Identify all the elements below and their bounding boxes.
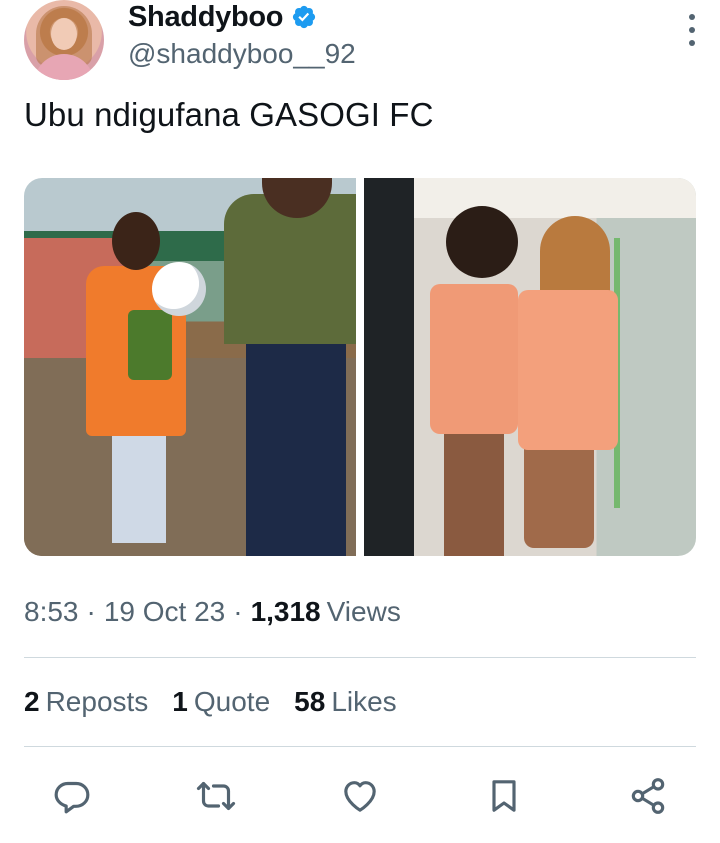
photo-woman-1-towel <box>430 284 518 434</box>
share-icon <box>631 778 665 814</box>
more-dot <box>689 14 695 20</box>
photo-man-pants <box>246 338 346 556</box>
name-row: Shaddyboo <box>128 0 317 34</box>
tweet-date[interactable]: 19 Oct 23 <box>104 596 225 628</box>
likes-label: Likes <box>331 686 397 717</box>
photo-woman-2-towel <box>518 290 618 450</box>
avatar[interactable] <box>24 0 104 80</box>
divider <box>24 657 696 658</box>
repost-button[interactable] <box>192 772 240 820</box>
more-dot <box>689 40 695 46</box>
meta-separator: · <box>86 596 96 627</box>
quotes-stat[interactable]: 1 Quote <box>172 686 270 718</box>
quotes-count: 1 <box>172 686 188 717</box>
photo-boy-head <box>112 212 160 270</box>
tweet-header: Shaddyboo @shaddyboo__92 <box>24 0 704 82</box>
divider <box>24 746 696 747</box>
heart-icon <box>344 781 376 812</box>
views-label: Views <box>326 596 401 627</box>
photo-ceiling <box>404 178 696 218</box>
avatar-face <box>51 18 77 50</box>
tweet-time[interactable]: 8:53 <box>24 596 79 628</box>
bookmark-icon <box>492 780 516 812</box>
more-dot <box>689 27 695 33</box>
photo-woman-1-hair <box>446 206 518 278</box>
photo-two-women-in-towels[interactable] <box>364 178 696 556</box>
verified-badge-icon[interactable] <box>291 4 317 30</box>
share-button[interactable] <box>624 772 672 820</box>
photo-door <box>364 178 414 556</box>
photo-goalkeeper-glove <box>128 310 172 380</box>
reposts-label: Reposts <box>45 686 149 717</box>
photo-boy-and-man-with-ball[interactable] <box>24 178 356 556</box>
views-count: 1,318 <box>250 596 321 627</box>
engagement-stats: 2 Reposts 1 Quote 58 Likes <box>24 686 397 718</box>
photo-boy-jeans <box>112 433 166 543</box>
photo-woman-1-legs <box>444 434 504 556</box>
quotes-label: Quote <box>193 686 271 717</box>
tweet-meta: 8:53 · 19 Oct 23 · 1,318 Views <box>24 596 401 628</box>
likes-stat[interactable]: 58 Likes <box>294 686 397 718</box>
media-grid <box>24 178 696 556</box>
reposts-count: 2 <box>24 686 40 717</box>
display-name[interactable]: Shaddyboo <box>128 1 283 34</box>
bookmark-button[interactable] <box>480 772 528 820</box>
action-bar <box>48 772 672 820</box>
reply-icon <box>54 781 90 814</box>
meta-separator: · <box>233 596 243 627</box>
reply-button[interactable] <box>48 772 96 820</box>
handle[interactable]: @shaddyboo__92 <box>128 38 356 70</box>
photo-football <box>152 262 206 316</box>
repost-icon <box>196 781 236 811</box>
more-options-icon[interactable] <box>680 14 704 46</box>
reposts-stat[interactable]: 2 Reposts <box>24 686 148 718</box>
likes-count: 58 <box>294 686 326 717</box>
tweet-text: Ubu ndigufana GASOGI FC <box>24 96 434 133</box>
like-button[interactable] <box>336 772 384 820</box>
photo-woman-2-legs <box>524 448 594 548</box>
